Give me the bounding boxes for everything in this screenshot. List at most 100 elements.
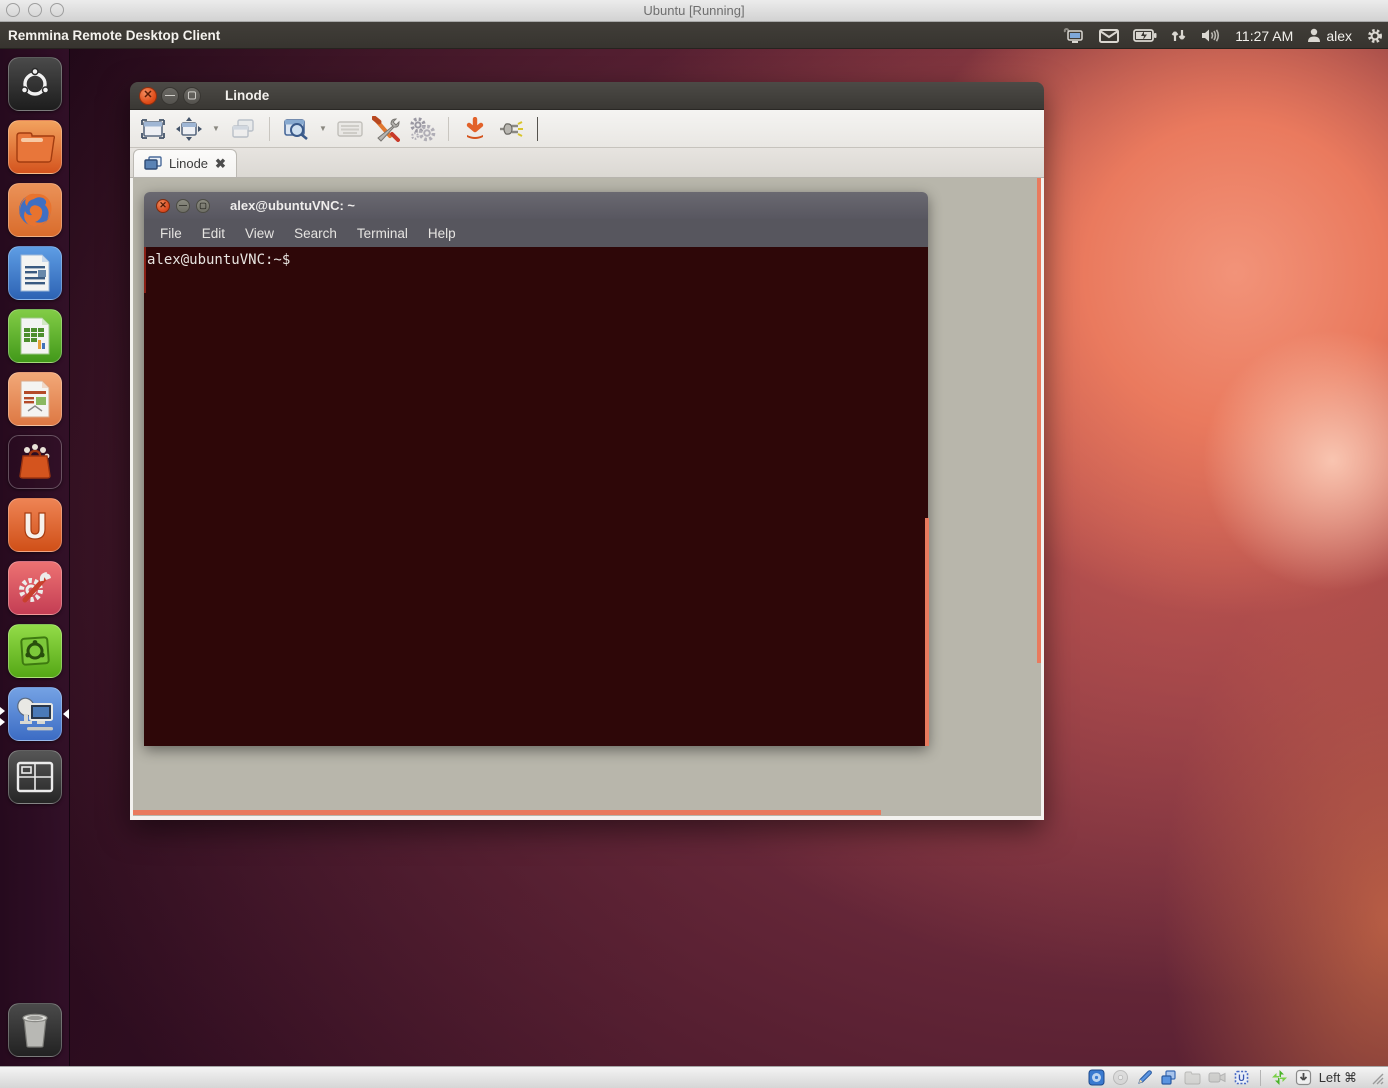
terminal-close-button[interactable]: ✕ xyxy=(156,199,170,213)
app-menu-title[interactable]: Remmina Remote Desktop Client xyxy=(8,28,220,43)
impress-document-icon xyxy=(18,379,52,419)
fit-window-button[interactable] xyxy=(174,114,204,144)
redraw-artifact xyxy=(133,810,881,815)
grab-keyboard-button[interactable] xyxy=(335,114,365,144)
shell-prompt: alex@ubuntuVNC:~$ xyxy=(147,252,290,268)
redraw-artifact xyxy=(925,518,929,746)
gear-wrench-icon xyxy=(15,568,55,608)
user-menu[interactable]: alex xyxy=(1307,28,1352,44)
vbox-statusbar: U Left ⌘ xyxy=(0,1066,1388,1088)
optical-disc-status-icon[interactable] xyxy=(1112,1069,1129,1086)
remote-desktop-indicator-icon[interactable] xyxy=(1063,27,1085,45)
statusbar-separator xyxy=(1260,1070,1261,1086)
menu-help[interactable]: Help xyxy=(418,223,466,244)
menu-edit[interactable]: Edit xyxy=(192,223,235,244)
unity-launcher xyxy=(0,49,70,1066)
tab-label: Linode xyxy=(169,156,208,171)
tab-linode[interactable]: Linode ✖ xyxy=(133,149,237,177)
screen: Ubuntu [Running] Remmina Remote Desktop … xyxy=(0,0,1388,1088)
disconnect-button[interactable] xyxy=(496,114,526,144)
virtualization-chip-status-icon[interactable]: U xyxy=(1233,1069,1250,1086)
redraw-artifact xyxy=(1037,178,1041,663)
green-ubuntu-icon xyxy=(16,632,54,670)
tools-button[interactable] xyxy=(371,114,401,144)
remote-desktop-view[interactable]: ✕ — ▢ alex@ubuntuVNC: ~ File Edit View S… xyxy=(130,178,1044,820)
remmina-window: ✕ — ▢ Linode ▼ ▼ xyxy=(130,82,1044,820)
resize-grip[interactable] xyxy=(1370,1071,1384,1085)
launcher-item-software-center[interactable] xyxy=(8,435,62,489)
video-capture-status-icon[interactable] xyxy=(1208,1071,1226,1084)
launcher-item-workspace-switcher[interactable] xyxy=(8,750,62,804)
scaled-mode-dropdown[interactable]: ▼ xyxy=(317,114,329,144)
mouse-integration-status-icon[interactable] xyxy=(1271,1069,1288,1086)
tab-connection-icon xyxy=(144,156,162,171)
indicator-area: 11:27 AM alex xyxy=(1063,22,1384,49)
launcher-item-firefox[interactable] xyxy=(8,183,62,237)
host-key-state-icon[interactable] xyxy=(1295,1069,1312,1086)
terminal-minimize-button[interactable]: — xyxy=(176,199,190,213)
volume-indicator-icon[interactable] xyxy=(1201,28,1221,43)
launcher-item-files[interactable] xyxy=(8,120,62,174)
menu-view[interactable]: View xyxy=(235,223,284,244)
toolbar-separator xyxy=(448,117,449,141)
menu-terminal[interactable]: Terminal xyxy=(347,223,418,244)
preferences-button[interactable] xyxy=(407,114,437,144)
battery-indicator-icon[interactable] xyxy=(1133,29,1157,42)
scaled-mode-button[interactable] xyxy=(281,114,311,144)
host-titlebar: Ubuntu [Running] xyxy=(0,0,1388,22)
shared-folder-status-icon[interactable] xyxy=(1184,1070,1201,1085)
minimize-window-button[interactable] xyxy=(460,114,490,144)
minimize-arrow-icon xyxy=(463,117,487,141)
terminal-window-title: alex@ubuntuVNC: ~ xyxy=(230,198,355,213)
remmina-maximize-button[interactable]: ▢ xyxy=(183,87,201,105)
session-gear-icon[interactable] xyxy=(1366,27,1384,45)
pencil-status-icon[interactable] xyxy=(1136,1069,1153,1086)
menu-file[interactable]: File xyxy=(150,223,192,244)
launcher-item-libreoffice-writer[interactable] xyxy=(8,246,62,300)
launcher-item-trash[interactable] xyxy=(8,1003,62,1057)
launcher-item-remmina[interactable] xyxy=(8,687,62,741)
shopping-bag-icon xyxy=(15,442,55,482)
toolbar-separator xyxy=(269,117,270,141)
network-indicator-icon[interactable] xyxy=(1171,28,1187,43)
workspace-grid-icon xyxy=(16,761,54,793)
terminal-titlebar[interactable]: ✕ — ▢ alex@ubuntuVNC: ~ xyxy=(144,192,928,219)
mail-indicator-icon[interactable] xyxy=(1099,29,1119,43)
terminal-maximize-button[interactable]: ▢ xyxy=(196,199,210,213)
toggle-fullscreen-button[interactable] xyxy=(138,114,168,144)
hard-disk-status-icon[interactable] xyxy=(1088,1069,1105,1086)
ubuntu-top-panel: Remmina Remote Desktop Client 11:27 AM a… xyxy=(0,22,1388,49)
remmina-minimize-button[interactable]: — xyxy=(161,87,179,105)
gears-icon xyxy=(408,116,436,142)
host-window-title: Ubuntu [Running] xyxy=(0,0,1388,22)
remmina-close-button[interactable]: ✕ xyxy=(139,87,157,105)
remmina-titlebar[interactable]: ✕ — ▢ Linode xyxy=(130,82,1044,110)
plug-icon xyxy=(498,118,524,140)
launcher-item-ubuntu-one[interactable] xyxy=(8,498,62,552)
launcher-item-software-updater[interactable] xyxy=(8,624,62,678)
scaled-mode-icon xyxy=(283,117,309,141)
duplicate-connection-button[interactable] xyxy=(228,114,258,144)
launcher-item-libreoffice-calc[interactable] xyxy=(8,309,62,363)
menu-search[interactable]: Search xyxy=(284,223,347,244)
fit-window-icon xyxy=(176,117,202,141)
toolbar-separator xyxy=(537,117,538,141)
tab-close-icon[interactable]: ✖ xyxy=(215,156,226,172)
duplicate-icon xyxy=(231,118,255,140)
terminal-content[interactable]: alex@ubuntuVNC:~$ xyxy=(144,247,928,746)
keyboard-icon xyxy=(337,120,363,138)
launcher-item-dash-home[interactable] xyxy=(8,57,62,111)
clock[interactable]: 11:27 AM xyxy=(1235,28,1293,44)
remmina-icon xyxy=(13,694,57,734)
remmina-toolbar: ▼ ▼ xyxy=(130,110,1044,148)
remmina-running-indicator xyxy=(0,707,5,726)
remmina-tabbar: Linode ✖ xyxy=(130,148,1044,178)
terminal-menubar: File Edit View Search Terminal Help xyxy=(144,219,928,247)
trash-icon xyxy=(18,1011,52,1049)
shared-clipboard-status-icon[interactable] xyxy=(1160,1069,1177,1086)
fit-window-dropdown[interactable]: ▼ xyxy=(210,114,222,144)
launcher-item-libreoffice-impress[interactable] xyxy=(8,372,62,426)
writer-document-icon xyxy=(18,253,52,293)
launcher-item-system-settings[interactable] xyxy=(8,561,62,615)
username-label: alex xyxy=(1326,28,1352,44)
